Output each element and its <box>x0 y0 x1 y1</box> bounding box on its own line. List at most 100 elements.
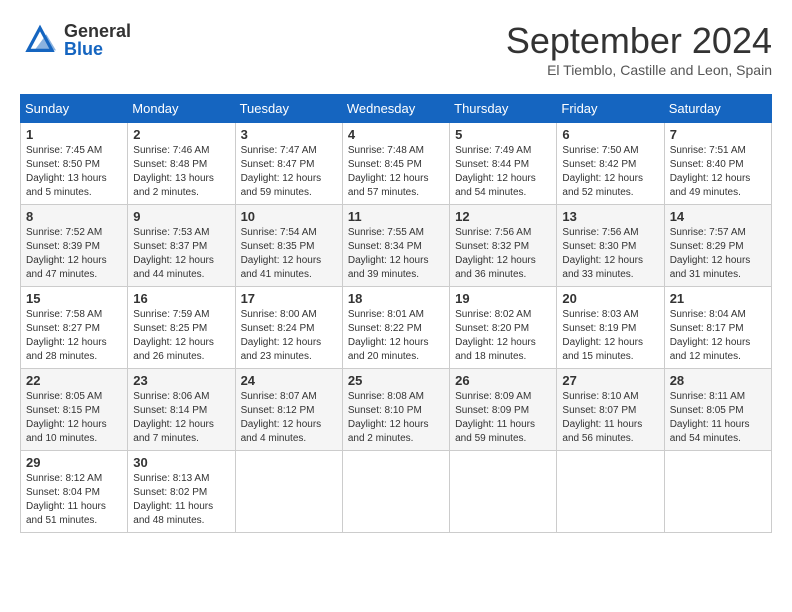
calendar-cell: 26 Sunrise: 8:09 AMSunset: 8:09 PMDaylig… <box>450 369 557 451</box>
calendar-cell: 1 Sunrise: 7:45 AMSunset: 8:50 PMDayligh… <box>21 123 128 205</box>
day-info: Sunrise: 8:04 AMSunset: 8:17 PMDaylight:… <box>670 308 766 364</box>
day-number: 7 <box>670 127 766 142</box>
calendar-cell: 11 Sunrise: 7:55 AMSunset: 8:34 PMDaylig… <box>342 205 449 287</box>
day-info: Sunrise: 8:02 AMSunset: 8:20 PMDaylight:… <box>455 308 551 364</box>
weekday-header-saturday: Saturday <box>664 95 771 123</box>
day-info: Sunrise: 8:09 AMSunset: 8:09 PMDaylight:… <box>455 390 551 446</box>
day-number: 19 <box>455 291 551 306</box>
day-number: 9 <box>133 209 229 224</box>
calendar-cell: 25 Sunrise: 8:08 AMSunset: 8:10 PMDaylig… <box>342 369 449 451</box>
day-info: Sunrise: 8:13 AMSunset: 8:02 PMDaylight:… <box>133 472 229 528</box>
calendar-week-5: 29 Sunrise: 8:12 AMSunset: 8:04 PMDaylig… <box>21 451 772 533</box>
day-info: Sunrise: 7:48 AMSunset: 8:45 PMDaylight:… <box>348 144 444 200</box>
day-info: Sunrise: 8:01 AMSunset: 8:22 PMDaylight:… <box>348 308 444 364</box>
day-number: 12 <box>455 209 551 224</box>
day-info: Sunrise: 8:00 AMSunset: 8:24 PMDaylight:… <box>241 308 337 364</box>
logo-icon <box>20 20 60 60</box>
weekday-header-wednesday: Wednesday <box>342 95 449 123</box>
day-number: 30 <box>133 455 229 470</box>
calendar-cell: 2 Sunrise: 7:46 AMSunset: 8:48 PMDayligh… <box>128 123 235 205</box>
day-number: 22 <box>26 373 122 388</box>
day-number: 20 <box>562 291 658 306</box>
calendar-cell: 12 Sunrise: 7:56 AMSunset: 8:32 PMDaylig… <box>450 205 557 287</box>
day-number: 4 <box>348 127 444 142</box>
calendar-cell: 27 Sunrise: 8:10 AMSunset: 8:07 PMDaylig… <box>557 369 664 451</box>
day-number: 26 <box>455 373 551 388</box>
calendar-cell <box>664 451 771 533</box>
day-info: Sunrise: 7:55 AMSunset: 8:34 PMDaylight:… <box>348 226 444 282</box>
day-info: Sunrise: 7:51 AMSunset: 8:40 PMDaylight:… <box>670 144 766 200</box>
calendar-cell <box>450 451 557 533</box>
weekday-header-monday: Monday <box>128 95 235 123</box>
calendar-cell: 5 Sunrise: 7:49 AMSunset: 8:44 PMDayligh… <box>450 123 557 205</box>
calendar-cell: 18 Sunrise: 8:01 AMSunset: 8:22 PMDaylig… <box>342 287 449 369</box>
calendar-cell: 3 Sunrise: 7:47 AMSunset: 8:47 PMDayligh… <box>235 123 342 205</box>
weekday-header-friday: Friday <box>557 95 664 123</box>
logo: General Blue <box>20 20 131 60</box>
month-title: September 2024 <box>506 20 772 62</box>
day-number: 23 <box>133 373 229 388</box>
calendar-cell: 28 Sunrise: 8:11 AMSunset: 8:05 PMDaylig… <box>664 369 771 451</box>
day-number: 15 <box>26 291 122 306</box>
calendar-cell <box>342 451 449 533</box>
day-number: 29 <box>26 455 122 470</box>
calendar-cell: 19 Sunrise: 8:02 AMSunset: 8:20 PMDaylig… <box>450 287 557 369</box>
calendar-cell <box>557 451 664 533</box>
calendar-week-1: 1 Sunrise: 7:45 AMSunset: 8:50 PMDayligh… <box>21 123 772 205</box>
logo-general: General <box>64 22 131 40</box>
day-info: Sunrise: 8:05 AMSunset: 8:15 PMDaylight:… <box>26 390 122 446</box>
calendar-week-2: 8 Sunrise: 7:52 AMSunset: 8:39 PMDayligh… <box>21 205 772 287</box>
calendar-cell: 24 Sunrise: 8:07 AMSunset: 8:12 PMDaylig… <box>235 369 342 451</box>
day-number: 17 <box>241 291 337 306</box>
weekday-header-row: SundayMondayTuesdayWednesdayThursdayFrid… <box>21 95 772 123</box>
day-info: Sunrise: 8:08 AMSunset: 8:10 PMDaylight:… <box>348 390 444 446</box>
calendar-cell: 9 Sunrise: 7:53 AMSunset: 8:37 PMDayligh… <box>128 205 235 287</box>
calendar-cell <box>235 451 342 533</box>
day-number: 11 <box>348 209 444 224</box>
logo-text: General Blue <box>64 22 131 58</box>
day-number: 21 <box>670 291 766 306</box>
calendar-cell: 23 Sunrise: 8:06 AMSunset: 8:14 PMDaylig… <box>128 369 235 451</box>
day-info: Sunrise: 7:49 AMSunset: 8:44 PMDaylight:… <box>455 144 551 200</box>
logo-blue: Blue <box>64 40 131 58</box>
day-number: 24 <box>241 373 337 388</box>
calendar-week-3: 15 Sunrise: 7:58 AMSunset: 8:27 PMDaylig… <box>21 287 772 369</box>
calendar-cell: 16 Sunrise: 7:59 AMSunset: 8:25 PMDaylig… <box>128 287 235 369</box>
day-info: Sunrise: 7:56 AMSunset: 8:32 PMDaylight:… <box>455 226 551 282</box>
day-info: Sunrise: 7:59 AMSunset: 8:25 PMDaylight:… <box>133 308 229 364</box>
day-number: 27 <box>562 373 658 388</box>
day-info: Sunrise: 7:50 AMSunset: 8:42 PMDaylight:… <box>562 144 658 200</box>
weekday-header-sunday: Sunday <box>21 95 128 123</box>
day-number: 28 <box>670 373 766 388</box>
day-info: Sunrise: 8:03 AMSunset: 8:19 PMDaylight:… <box>562 308 658 364</box>
day-info: Sunrise: 7:45 AMSunset: 8:50 PMDaylight:… <box>26 144 122 200</box>
day-number: 8 <box>26 209 122 224</box>
day-info: Sunrise: 8:11 AMSunset: 8:05 PMDaylight:… <box>670 390 766 446</box>
calendar-cell: 20 Sunrise: 8:03 AMSunset: 8:19 PMDaylig… <box>557 287 664 369</box>
calendar-cell: 8 Sunrise: 7:52 AMSunset: 8:39 PMDayligh… <box>21 205 128 287</box>
day-info: Sunrise: 8:06 AMSunset: 8:14 PMDaylight:… <box>133 390 229 446</box>
day-number: 6 <box>562 127 658 142</box>
day-info: Sunrise: 7:46 AMSunset: 8:48 PMDaylight:… <box>133 144 229 200</box>
day-info: Sunrise: 7:53 AMSunset: 8:37 PMDaylight:… <box>133 226 229 282</box>
day-number: 10 <box>241 209 337 224</box>
page-header: General Blue September 2024 El Tiemblo, … <box>20 20 772 78</box>
day-info: Sunrise: 7:54 AMSunset: 8:35 PMDaylight:… <box>241 226 337 282</box>
day-number: 2 <box>133 127 229 142</box>
day-number: 18 <box>348 291 444 306</box>
calendar-cell: 29 Sunrise: 8:12 AMSunset: 8:04 PMDaylig… <box>21 451 128 533</box>
calendar-cell: 15 Sunrise: 7:58 AMSunset: 8:27 PMDaylig… <box>21 287 128 369</box>
day-info: Sunrise: 8:10 AMSunset: 8:07 PMDaylight:… <box>562 390 658 446</box>
weekday-header-thursday: Thursday <box>450 95 557 123</box>
day-info: Sunrise: 7:56 AMSunset: 8:30 PMDaylight:… <box>562 226 658 282</box>
day-number: 25 <box>348 373 444 388</box>
day-number: 14 <box>670 209 766 224</box>
calendar-cell: 4 Sunrise: 7:48 AMSunset: 8:45 PMDayligh… <box>342 123 449 205</box>
calendar-week-4: 22 Sunrise: 8:05 AMSunset: 8:15 PMDaylig… <box>21 369 772 451</box>
calendar-cell: 14 Sunrise: 7:57 AMSunset: 8:29 PMDaylig… <box>664 205 771 287</box>
calendar-cell: 7 Sunrise: 7:51 AMSunset: 8:40 PMDayligh… <box>664 123 771 205</box>
day-info: Sunrise: 7:52 AMSunset: 8:39 PMDaylight:… <box>26 226 122 282</box>
day-number: 16 <box>133 291 229 306</box>
day-info: Sunrise: 7:57 AMSunset: 8:29 PMDaylight:… <box>670 226 766 282</box>
day-info: Sunrise: 8:12 AMSunset: 8:04 PMDaylight:… <box>26 472 122 528</box>
